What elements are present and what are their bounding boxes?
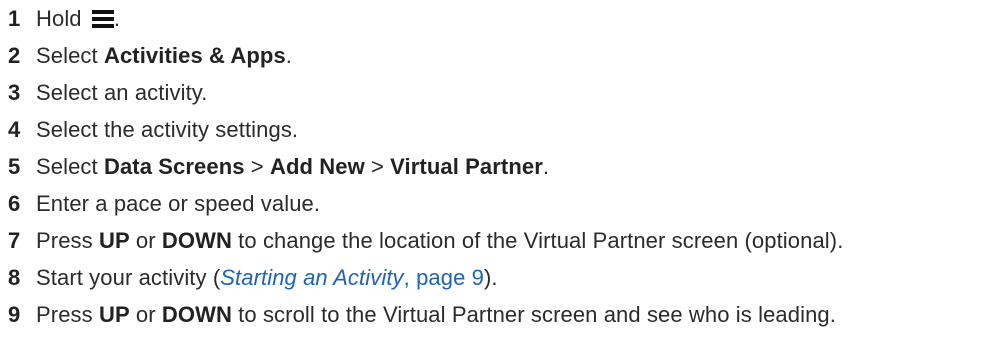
step-text: Hold . (36, 0, 120, 37)
menu-option-add-new: Add New (269, 154, 365, 179)
step-text-mid: or (129, 302, 162, 327)
path-separator: > (244, 154, 270, 179)
button-down: DOWN (161, 302, 232, 327)
menu-option-data-screens: Data Screens (103, 154, 245, 179)
step-number: 7 (8, 228, 21, 253)
step-text-end: . (285, 43, 293, 68)
button-down: DOWN (161, 228, 232, 253)
menu-option-virtual-partner: Virtual Partner (390, 154, 543, 179)
step-number: 3 (8, 80, 21, 105)
step-text-start: Press (36, 302, 99, 327)
cross-reference-link[interactable]: Starting an Activity, page 9 (220, 265, 484, 290)
step-number: 6 (8, 191, 21, 216)
step-text-start: Select (36, 154, 104, 179)
step-number: 1 (8, 6, 21, 31)
step-text: Enter a pace or speed value. (36, 191, 321, 216)
step-text-end: . (542, 154, 550, 179)
step-text: Select Activities & Apps. (36, 37, 292, 74)
cross-reference-page: , page 9 (403, 265, 484, 290)
step-text-start: Select (36, 43, 104, 68)
step-number: 4 (8, 117, 21, 142)
step-text-start: Press (36, 228, 99, 253)
menu-option-activities-apps: Activities & Apps (103, 43, 286, 68)
step-number: 8 (8, 265, 21, 290)
step-text: Select Data Screens > Add New > Virtual … (36, 148, 549, 185)
menu-icon (91, 10, 114, 28)
step-text-start: Hold (36, 6, 88, 31)
step-number: 2 (8, 43, 21, 68)
step-number: 5 (8, 154, 21, 179)
instruction-steps-list: 1 Hold . 2 Select Activities & Apps. 3 S… (0, 0, 1008, 337)
step-text-start: Start your activity ( (36, 265, 221, 290)
step-text-end: . (113, 6, 121, 31)
button-up: UP (98, 302, 130, 327)
step-text: Select an activity. (36, 80, 208, 105)
step-text: Select the activity settings. (36, 117, 299, 142)
path-separator: > (364, 154, 391, 179)
step-text-end: to change the location of the Virtual Pa… (231, 228, 844, 253)
step-text: Press UP or DOWN to scroll to the Virtua… (36, 296, 836, 333)
step-text: Press UP or DOWN to change the location … (36, 222, 843, 259)
button-up: UP (98, 228, 130, 253)
step-text-end: ). (483, 265, 498, 290)
step-text: Start your activity (Starting an Activit… (36, 259, 498, 296)
step-text-mid: or (129, 228, 162, 253)
step-text-end: to scroll to the Virtual Partner screen … (231, 302, 836, 327)
cross-reference-title: Starting an Activity (220, 265, 404, 290)
step-number: 9 (8, 302, 21, 327)
